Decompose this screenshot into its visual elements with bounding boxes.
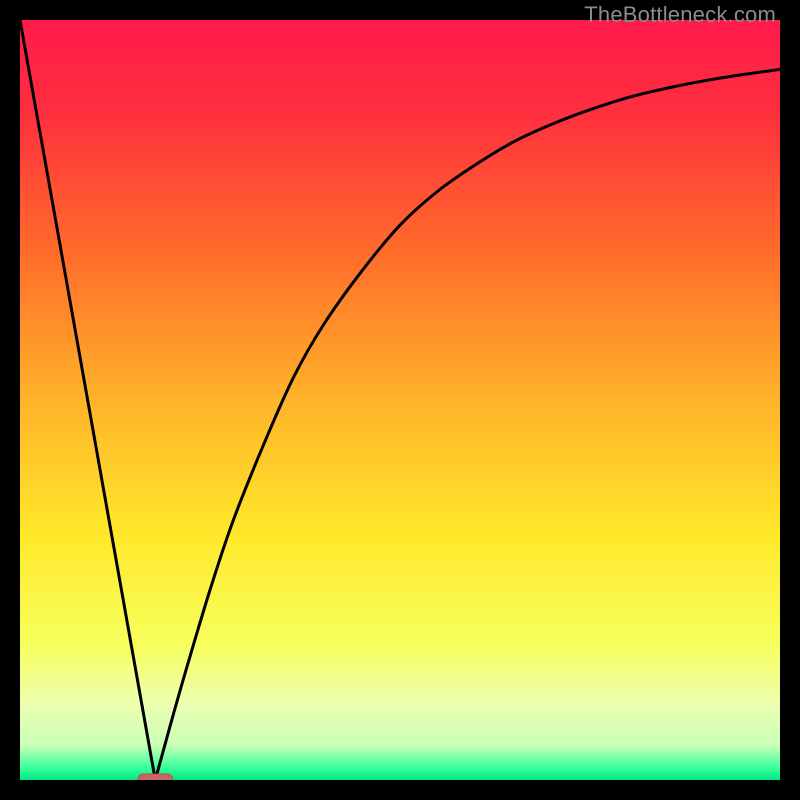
watermark-text: TheBottleneck.com: [584, 2, 776, 28]
optimal-marker: [138, 774, 172, 780]
bottleneck-chart: [20, 20, 780, 780]
chart-frame: [20, 20, 780, 780]
